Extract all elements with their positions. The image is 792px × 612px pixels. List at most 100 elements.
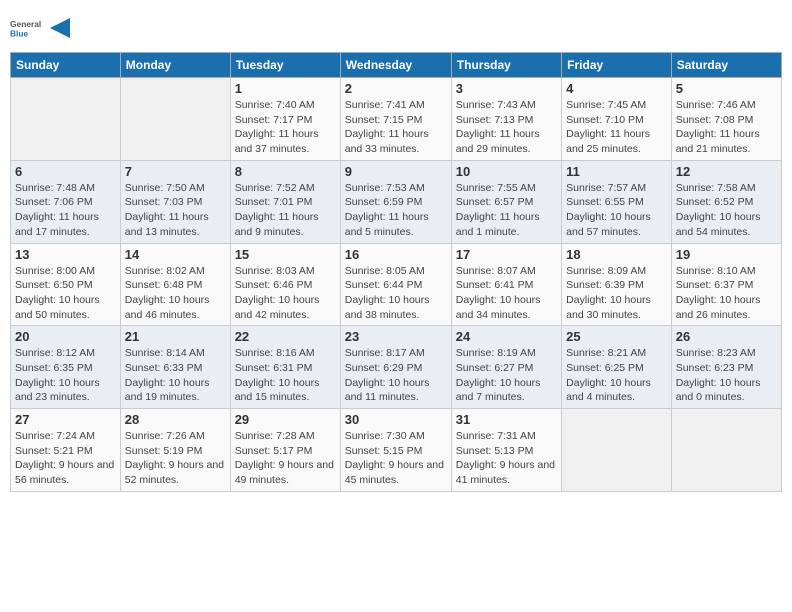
day-number: 2 xyxy=(345,81,447,96)
day-info: Sunrise: 7:31 AMSunset: 5:13 PMDaylight:… xyxy=(456,429,557,488)
logo: General Blue xyxy=(10,10,70,46)
day-number: 24 xyxy=(456,329,557,344)
calendar-cell: 25Sunrise: 8:21 AMSunset: 6:25 PMDayligh… xyxy=(562,326,672,409)
svg-text:Blue: Blue xyxy=(10,28,29,38)
calendar-table: SundayMondayTuesdayWednesdayThursdayFrid… xyxy=(10,52,782,492)
day-info: Sunrise: 8:16 AMSunset: 6:31 PMDaylight:… xyxy=(235,346,336,405)
day-number: 26 xyxy=(676,329,777,344)
day-info: Sunrise: 8:17 AMSunset: 6:29 PMDaylight:… xyxy=(345,346,447,405)
day-number: 17 xyxy=(456,247,557,262)
calendar-cell: 17 Sunrise: 8:07 AMSunset: 6:41 PMDayligh… xyxy=(451,243,561,326)
calendar-week-3: 13 Sunrise: 8:00 AMSunset: 6:50 PMDayligh… xyxy=(11,243,782,326)
day-number: 31 xyxy=(456,412,557,427)
day-number: 30 xyxy=(345,412,447,427)
header-day-tuesday: Tuesday xyxy=(230,53,340,78)
calendar-cell: 13 Sunrise: 8:00 AMSunset: 6:50 PMDayligh… xyxy=(11,243,121,326)
day-info: Sunrise: 8:07 AMSunset: 6:41 PMDaylight:… xyxy=(456,264,557,323)
calendar-cell: 2Sunrise: 7:41 AMSunset: 7:15 PMDaylight… xyxy=(340,78,451,161)
day-info: Sunrise: 7:48 AMSunset: 7:06 PMDaylight:… xyxy=(15,181,116,240)
calendar-cell: 1 Sunrise: 7:40 AMSunset: 7:17 PMDaylight… xyxy=(230,78,340,161)
day-number: 7 xyxy=(125,164,226,179)
calendar-cell xyxy=(11,78,121,161)
day-info: Sunrise: 7:43 AMSunset: 7:13 PMDaylight:… xyxy=(456,98,557,157)
calendar-cell: 20 Sunrise: 8:12 AMSunset: 6:35 PMDayligh… xyxy=(11,326,121,409)
day-info: Sunrise: 7:24 AMSunset: 5:21 PMDaylight:… xyxy=(15,429,116,488)
day-number: 14 xyxy=(125,247,226,262)
calendar-cell: 4Sunrise: 7:45 AMSunset: 7:10 PMDaylight… xyxy=(562,78,672,161)
calendar-cell: 12Sunrise: 7:58 AMSunset: 6:52 PMDayligh… xyxy=(671,160,781,243)
day-info: Sunrise: 8:05 AMSunset: 6:44 PMDaylight:… xyxy=(345,264,447,323)
day-number: 18 xyxy=(566,247,667,262)
day-info: Sunrise: 7:57 AMSunset: 6:55 PMDaylight:… xyxy=(566,181,667,240)
calendar-cell: 6 Sunrise: 7:48 AMSunset: 7:06 PMDaylight… xyxy=(11,160,121,243)
calendar-header-row: SundayMondayTuesdayWednesdayThursdayFrid… xyxy=(11,53,782,78)
day-number: 21 xyxy=(125,329,226,344)
header: General Blue xyxy=(10,10,782,46)
header-day-monday: Monday xyxy=(120,53,230,78)
header-day-sunday: Sunday xyxy=(11,53,121,78)
calendar-cell: 22 Sunrise: 8:16 AMSunset: 6:31 PMDayligh… xyxy=(230,326,340,409)
day-number: 27 xyxy=(15,412,116,427)
day-info: Sunrise: 7:45 AMSunset: 7:10 PMDaylight:… xyxy=(566,98,667,157)
day-info: Sunrise: 7:28 AMSunset: 5:17 PMDaylight:… xyxy=(235,429,336,488)
day-number: 13 xyxy=(15,247,116,262)
calendar-cell: 27 Sunrise: 7:24 AMSunset: 5:21 PMDayligh… xyxy=(11,409,121,492)
day-info: Sunrise: 7:50 AMSunset: 7:03 PMDaylight:… xyxy=(125,181,226,240)
calendar-week-2: 6 Sunrise: 7:48 AMSunset: 7:06 PMDaylight… xyxy=(11,160,782,243)
logo-arrow-icon xyxy=(50,18,70,38)
day-info: Sunrise: 7:40 AMSunset: 7:17 PMDaylight:… xyxy=(235,98,336,157)
calendar-cell xyxy=(562,409,672,492)
calendar-cell: 24 Sunrise: 8:19 AMSunset: 6:27 PMDayligh… xyxy=(451,326,561,409)
header-day-wednesday: Wednesday xyxy=(340,53,451,78)
day-info: Sunrise: 8:12 AMSunset: 6:35 PMDaylight:… xyxy=(15,346,116,405)
day-number: 23 xyxy=(345,329,447,344)
day-info: Sunrise: 8:23 AMSunset: 6:23 PMDaylight:… xyxy=(676,346,777,405)
calendar-cell: 3 Sunrise: 7:43 AMSunset: 7:13 PMDaylight… xyxy=(451,78,561,161)
calendar-cell: 29 Sunrise: 7:28 AMSunset: 5:17 PMDayligh… xyxy=(230,409,340,492)
day-number: 1 xyxy=(235,81,336,96)
day-number: 22 xyxy=(235,329,336,344)
day-info: Sunrise: 7:52 AMSunset: 7:01 PMDaylight:… xyxy=(235,181,336,240)
day-number: 25 xyxy=(566,329,667,344)
calendar-cell: 28 Sunrise: 7:26 AMSunset: 5:19 PMDayligh… xyxy=(120,409,230,492)
day-info: Sunrise: 7:55 AMSunset: 6:57 PMDaylight:… xyxy=(456,181,557,240)
calendar-week-1: 1 Sunrise: 7:40 AMSunset: 7:17 PMDaylight… xyxy=(11,78,782,161)
day-number: 19 xyxy=(676,247,777,262)
calendar-cell: 23 Sunrise: 8:17 AMSunset: 6:29 PMDayligh… xyxy=(340,326,451,409)
calendar-cell: 19 Sunrise: 8:10 AMSunset: 6:37 PMDayligh… xyxy=(671,243,781,326)
logo-svg: General Blue xyxy=(10,10,46,46)
header-day-thursday: Thursday xyxy=(451,53,561,78)
calendar-cell: 30Sunrise: 7:30 AMSunset: 5:15 PMDayligh… xyxy=(340,409,451,492)
calendar-cell: 21 Sunrise: 8:14 AMSunset: 6:33 PMDayligh… xyxy=(120,326,230,409)
day-info: Sunrise: 8:00 AMSunset: 6:50 PMDaylight:… xyxy=(15,264,116,323)
calendar-cell: 7 Sunrise: 7:50 AMSunset: 7:03 PMDaylight… xyxy=(120,160,230,243)
day-info: Sunrise: 8:10 AMSunset: 6:37 PMDaylight:… xyxy=(676,264,777,323)
day-number: 29 xyxy=(235,412,336,427)
calendar-cell: 10 Sunrise: 7:55 AMSunset: 6:57 PMDayligh… xyxy=(451,160,561,243)
calendar-cell: 9Sunrise: 7:53 AMSunset: 6:59 PMDaylight… xyxy=(340,160,451,243)
calendar-week-5: 27 Sunrise: 7:24 AMSunset: 5:21 PMDayligh… xyxy=(11,409,782,492)
day-number: 11 xyxy=(566,164,667,179)
day-number: 20 xyxy=(15,329,116,344)
day-info: Sunrise: 7:26 AMSunset: 5:19 PMDaylight:… xyxy=(125,429,226,488)
day-number: 6 xyxy=(15,164,116,179)
calendar-cell xyxy=(671,409,781,492)
day-number: 12 xyxy=(676,164,777,179)
header-day-friday: Friday xyxy=(562,53,672,78)
calendar-cell: 26 Sunrise: 8:23 AMSunset: 6:23 PMDayligh… xyxy=(671,326,781,409)
calendar-cell: 18Sunrise: 8:09 AMSunset: 6:39 PMDayligh… xyxy=(562,243,672,326)
day-info: Sunrise: 8:03 AMSunset: 6:46 PMDaylight:… xyxy=(235,264,336,323)
header-day-saturday: Saturday xyxy=(671,53,781,78)
calendar-cell: 16Sunrise: 8:05 AMSunset: 6:44 PMDayligh… xyxy=(340,243,451,326)
day-number: 10 xyxy=(456,164,557,179)
day-number: 28 xyxy=(125,412,226,427)
calendar-cell: 31 Sunrise: 7:31 AMSunset: 5:13 PMDayligh… xyxy=(451,409,561,492)
calendar-cell: 5 Sunrise: 7:46 AMSunset: 7:08 PMDaylight… xyxy=(671,78,781,161)
day-info: Sunrise: 7:46 AMSunset: 7:08 PMDaylight:… xyxy=(676,98,777,157)
day-number: 3 xyxy=(456,81,557,96)
day-number: 5 xyxy=(676,81,777,96)
day-info: Sunrise: 8:14 AMSunset: 6:33 PMDaylight:… xyxy=(125,346,226,405)
day-info: Sunrise: 8:19 AMSunset: 6:27 PMDaylight:… xyxy=(456,346,557,405)
calendar-cell: 11 Sunrise: 7:57 AMSunset: 6:55 PMDayligh… xyxy=(562,160,672,243)
calendar-cell: 8Sunrise: 7:52 AMSunset: 7:01 PMDaylight… xyxy=(230,160,340,243)
